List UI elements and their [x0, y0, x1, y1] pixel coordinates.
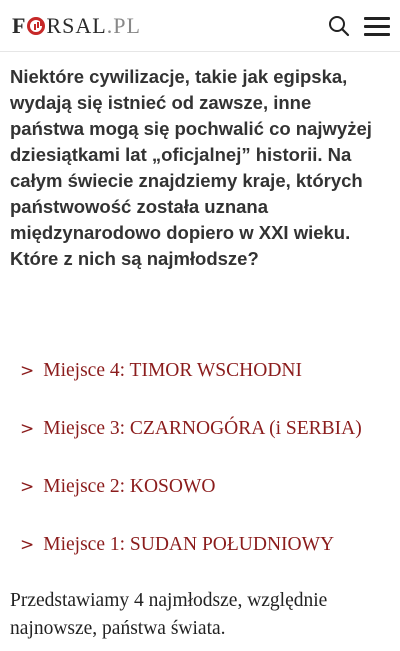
toc-item-1: > Miejsce 1: SUDAN POŁUDNIOWY: [10, 516, 390, 574]
search-icon: [329, 15, 350, 36]
forsal-logo[interactable]: F RSAL .PL: [12, 13, 141, 39]
chevron-right-icon: >: [20, 419, 35, 439]
article: Niektóre cywilizacje, takie jak egipska,…: [0, 52, 400, 643]
article-body-text: Przedstawiamy 4 najmłodsze, względnie na…: [10, 590, 328, 639]
search-button[interactable]: [328, 15, 350, 37]
menu-button[interactable]: [364, 15, 390, 37]
header-actions: [328, 15, 390, 37]
toc-link-sudan[interactable]: Miejsce 1: SUDAN POŁUDNIOWY: [43, 534, 334, 556]
table-of-contents: > Miejsce 4: TIMOR WSCHODNI > Miejsce 3:…: [10, 342, 390, 574]
logo-domain: .PL: [106, 12, 141, 38]
logo-text: RSAL: [46, 12, 107, 38]
toc-link-czarnogora[interactable]: Miejsce 3: CZARNOGÓRA (i SERBIA): [43, 418, 362, 440]
toc-item-4: > Miejsce 4: TIMOR WSCHODNI: [10, 342, 390, 400]
hamburger-menu-icon: [364, 16, 390, 36]
chevron-right-icon: >: [20, 477, 35, 497]
toc-link-timor[interactable]: Miejsce 4: TIMOR WSCHODNI: [43, 360, 302, 382]
chevron-right-icon: >: [20, 361, 35, 381]
toc-item-2: > Miejsce 2: KOSOWO: [10, 458, 390, 516]
article-lead: Niektóre cywilizacje, takie jak egipska,…: [10, 66, 372, 269]
toc-item-3: > Miejsce 3: CZARNOGÓRA (i SERBIA): [10, 400, 390, 458]
logo-letter-f: F: [12, 12, 27, 38]
logo-chart-icon: [27, 16, 46, 35]
site-header: F RSAL .PL: [0, 0, 400, 52]
chevron-right-icon: >: [20, 535, 35, 555]
toc-link-kosowo[interactable]: Miejsce 2: KOSOWO: [43, 476, 215, 498]
